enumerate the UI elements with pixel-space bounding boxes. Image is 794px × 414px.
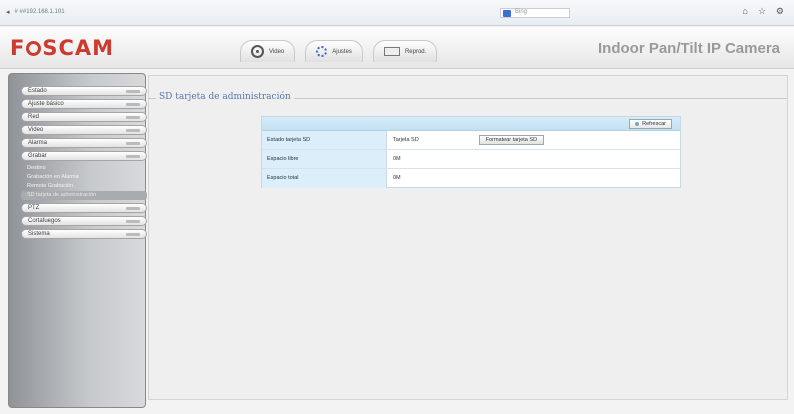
chevron-icon [126,219,140,223]
sidebar-sub-grabacion-alarma[interactable]: Grabación en Alarma [21,173,147,182]
total-space-value: 0M [393,175,401,181]
tab-ajustes-label: Ajustes [332,48,352,55]
app-header: F SCAM Video Ajustes Reprod. Indoor Pan/T… [0,27,794,69]
camera-icon [251,45,264,58]
row-value: 0M [387,150,680,168]
sidebar-item-grabar[interactable]: Grabar [21,151,147,161]
sidebar-item-label: Sistema [28,231,50,237]
gear-icon [316,46,328,57]
tab-video[interactable]: Video [240,40,296,62]
sidebar-item-ptz[interactable]: PTZ [21,203,147,213]
format-sd-button[interactable]: Formatear tarjeta SD [478,135,545,145]
chevron-icon [126,128,140,132]
row-value: Tarjeta SD Formatear tarjeta SD [387,131,680,149]
settings-sidebar: Estado Ajuste básico Red Video Alarma Gr… [8,73,147,408]
row-value: 0M [387,169,680,188]
sidebar-item-sistema[interactable]: Sistema [21,229,147,239]
row-label: Estado tarjeta SD [262,131,387,149]
chevron-icon [126,115,140,119]
chevron-icon [126,141,140,145]
sidebar-sub-destino[interactable]: Destino [21,164,147,173]
chevron-icon [126,89,140,93]
sidebar-item-label: PTZ [28,205,40,211]
refresh-icon [635,122,640,126]
back-icon[interactable]: ◂ [6,8,10,16]
sidebar-item-alarma[interactable]: Alarma [21,138,147,148]
sidebar-menu: Estado Ajuste básico Red Video Alarma Gr… [21,86,147,242]
playback-icon [383,47,400,56]
sidebar-item-label: Cortafuegos [28,218,61,224]
sd-status-value: Tarjeta SD [393,136,419,143]
sidebar-item-cortafuegos[interactable]: Cortafuegos [21,216,147,226]
table-row: Espacio libre 0M [262,150,680,169]
sidebar-item-label: Red [28,114,40,120]
sidebar-item-video[interactable]: Video [21,125,147,135]
sidebar-item-label: Video [28,127,44,133]
panel-toolbar: Refrescar [262,117,680,131]
section-title: SD tarjeta de administración [156,92,294,102]
sidebar-item-label: Ajuste básico [28,101,64,107]
main-panel: SD tarjeta de administración Refrescar E… [148,75,788,400]
star-icon[interactable]: ☆ [758,6,766,17]
sidebar-sub-sd-admin[interactable]: SD tarjeta de administración [21,191,147,200]
sidebar-item-label: Alarma [28,140,48,146]
chevron-icon [126,232,140,236]
sd-card-panel: Refrescar Estado tarjeta SD Tarjeta SD F… [261,116,681,188]
home-icon[interactable]: ⌂ [742,6,747,17]
sidebar-item-red[interactable]: Red [21,112,147,122]
sidebar-sub-remote-grabacion[interactable]: Remote Grabación [21,182,147,191]
table-row: Estado tarjeta SD Tarjeta SD Formatear t… [262,131,680,150]
chevron-icon [126,154,140,158]
tab-video-label: Video [269,48,285,55]
refresh-button[interactable]: Refrescar [629,119,672,129]
sidebar-item-label: Estado [28,88,47,94]
browser-toolbar: ◂ # ##192.168.1.101 Bing ⌂ ☆ ⚙ [0,0,794,26]
browser-search[interactable]: Bing [500,7,610,18]
sidebar-item-label: Grabar [28,153,47,159]
main-tabs: Video Ajustes Reprod. [240,40,438,62]
tab-reprod-label: Reprod. [404,48,427,55]
chevron-icon [126,206,140,210]
address-area[interactable]: ◂ # ##192.168.1.101 [6,8,65,16]
browser-icons: ⌂ ☆ ⚙ [742,6,784,17]
free-space-value: 0M [393,155,401,162]
row-label: Espacio libre [262,150,387,168]
table-row: Espacio total 0M [262,169,680,188]
row-label: Espacio total [262,169,387,188]
search-input[interactable]: Bing [500,7,570,18]
tab-ajustes[interactable]: Ajustes [305,40,363,62]
product-title: Indoor Pan/Tilt IP Camera [598,40,780,57]
sidebar-item-ajuste-basico[interactable]: Ajuste básico [21,99,147,109]
tab-reprod[interactable]: Reprod. [372,40,438,62]
foscam-logo: F SCAM [10,36,115,60]
sidebar-item-estado[interactable]: Estado [21,86,147,96]
gear-icon[interactable]: ⚙ [776,6,784,17]
address-bar[interactable]: # ##192.168.1.101 [15,9,65,15]
chevron-icon [126,102,140,106]
refresh-label: Refrescar [642,121,666,127]
